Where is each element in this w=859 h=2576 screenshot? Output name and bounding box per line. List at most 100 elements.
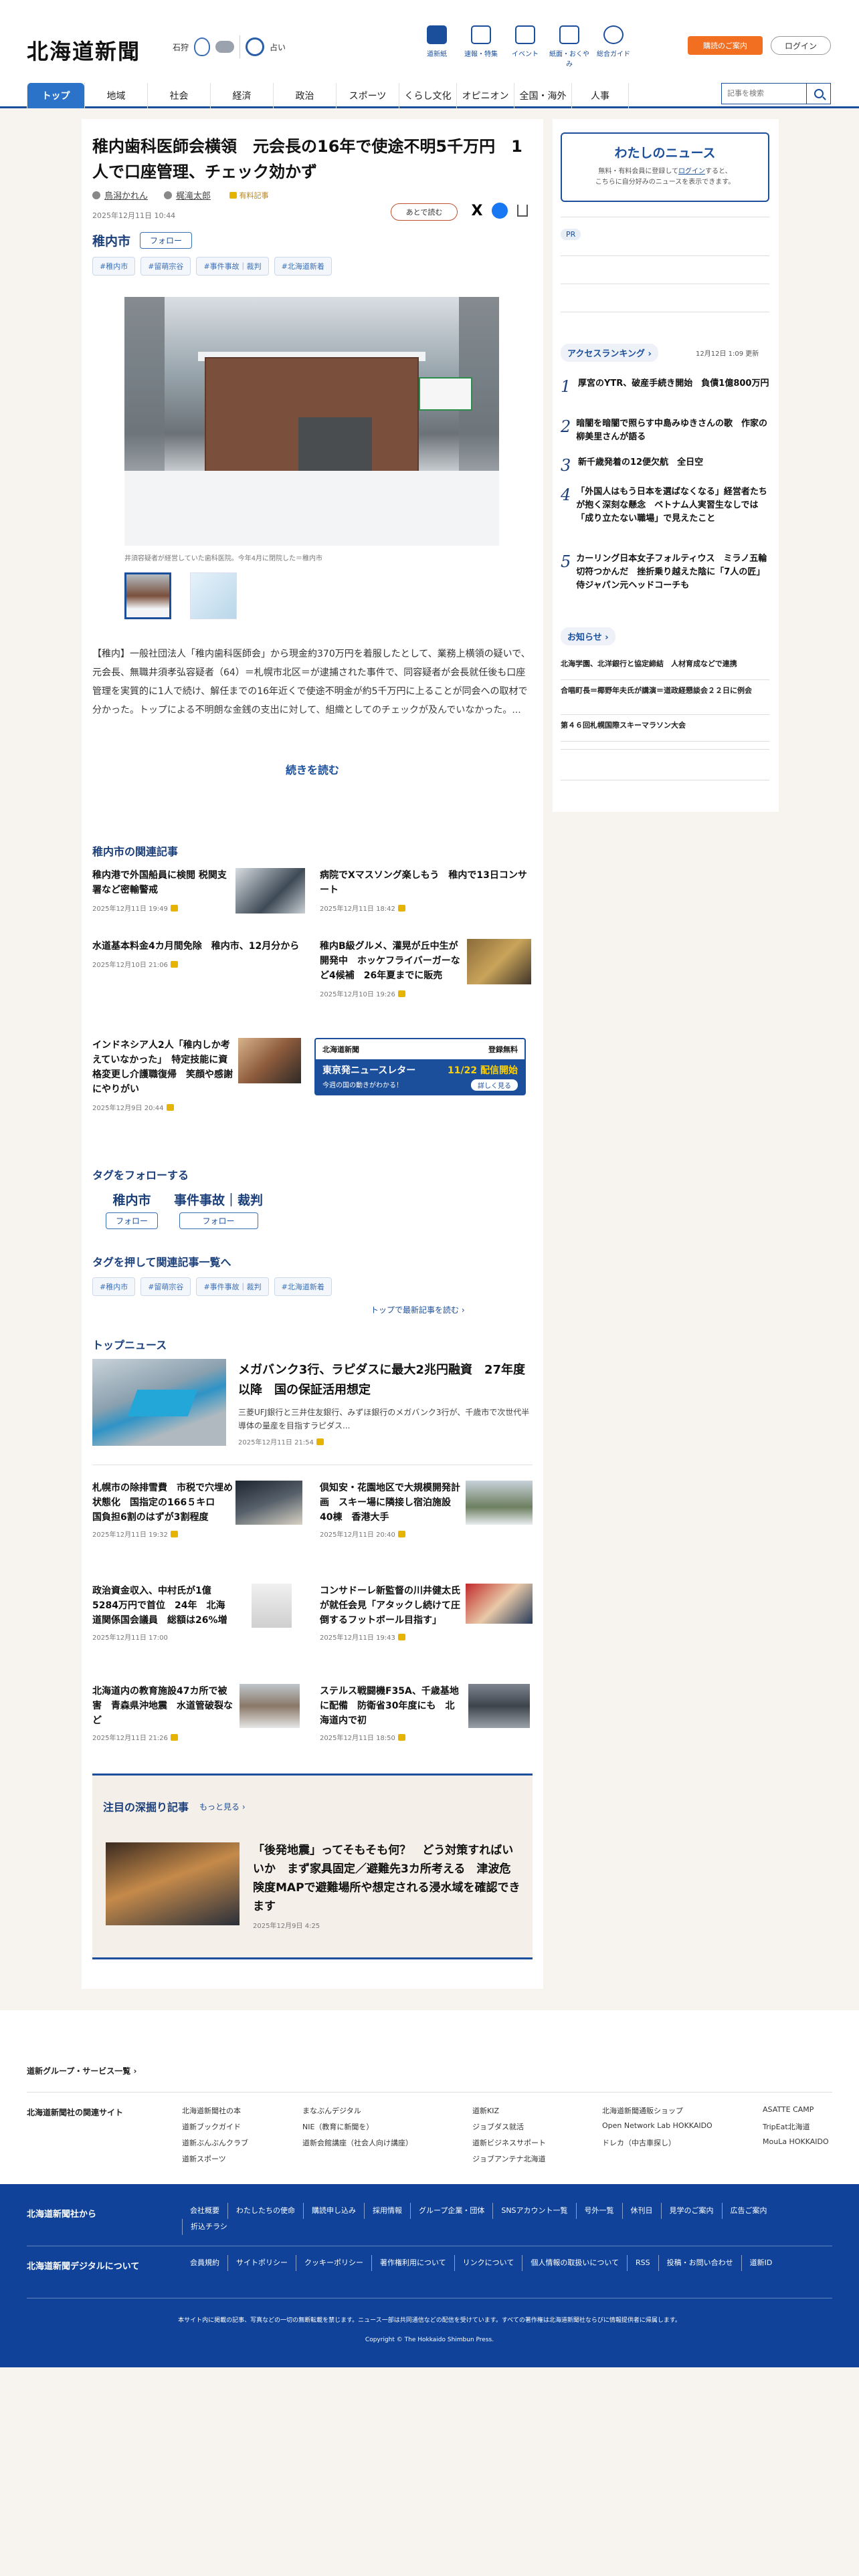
footer-link[interactable]: ドレカ（中古車探し） (602, 2137, 676, 2148)
photo-thumb-1[interactable] (124, 572, 171, 619)
top-news-image[interactable] (468, 1684, 530, 1728)
footer-link[interactable]: 道新ぶんぶんクラブ (182, 2137, 248, 2148)
read-later-button[interactable]: あとで読む (391, 203, 458, 221)
related-image[interactable] (238, 1038, 301, 1083)
footer-link[interactable]: NIE（教育に新聞を） (302, 2121, 373, 2132)
top-news-item[interactable]: コンサドーレ新監督の川井健太氏が就任会見「アタックし続けて圧倒するフットボール目… (320, 1584, 460, 1642)
notice-heading[interactable]: お知らせ › (561, 627, 615, 645)
nav-top[interactable]: トップ (27, 83, 84, 108)
read-more-link[interactable]: 続きを読む (82, 761, 543, 777)
weather-widget[interactable]: 石狩 占い (173, 32, 286, 62)
facebook-share-icon[interactable] (491, 202, 508, 219)
banner-button[interactable]: 詳しく見る (471, 1079, 518, 1091)
nav-society[interactable]: 社会 (147, 83, 210, 108)
tag-hokkaido-new[interactable]: #北海道新着 (274, 1277, 332, 1296)
nav-event-button[interactable]: イベント (503, 25, 547, 68)
nav-culture[interactable]: くらし文化 (399, 83, 456, 108)
tag-rumoi[interactable]: #留萌宗谷 (140, 257, 191, 276)
footer-link[interactable]: 道新スポーツ (182, 2153, 226, 2164)
subscribe-button[interactable]: 購読のご案内 (688, 36, 763, 55)
login-link[interactable]: ログイン (678, 168, 705, 175)
related-item[interactable]: 病院でXマスソング楽しもう 稚内で13日コンサート 2025年12月11日 18… (320, 868, 533, 913)
top-news-item[interactable]: 北海道内の教育施設47カ所で被害 青森県沖地震 水道管破裂など 2025年12月… (92, 1684, 233, 1742)
nav-economy[interactable]: 経済 (210, 83, 273, 108)
ranking-heading[interactable]: アクセスランキング › (561, 344, 658, 362)
x-share-icon[interactable]: X (468, 202, 486, 219)
site-logo[interactable]: 北海道新聞 (27, 35, 140, 66)
deep-dive-image[interactable] (106, 1842, 240, 1925)
nav-region[interactable]: 地域 (84, 83, 147, 108)
tag-incident[interactable]: #事件事故｜裁判 (196, 1277, 269, 1296)
top-news-image[interactable] (252, 1584, 292, 1628)
share-icon[interactable] (514, 202, 531, 219)
notice-item[interactable]: 第４６回札幌国際スキーマラソン大会 (561, 720, 769, 731)
group-services-link[interactable]: 道新グループ・サービス一覧 › (27, 2065, 136, 2076)
footer-link[interactable]: 北海道新聞通販ショップ (602, 2105, 683, 2116)
follow-button[interactable]: フォロー (140, 232, 193, 249)
footer-link[interactable]: 道新会館講座（社会人向け講座） (302, 2137, 413, 2148)
top-news-lead[interactable]: メガバンク3行、ラピダスに最大2兆円融資 27年度以降 国の保証活用想定 三菱U… (238, 1360, 533, 1446)
article-photo[interactable] (124, 297, 499, 546)
photo-thumb-2[interactable] (190, 572, 237, 619)
nav-obit-button[interactable]: 紙面・おくやみ (547, 25, 591, 68)
nav-world[interactable]: 全国・海外 (514, 83, 571, 108)
top-news-image[interactable] (466, 1584, 533, 1624)
deep-dive-item[interactable]: 「後発地震」ってそもそも何？ どう対策すればいいか まず家具固定／避難先3カ所考… (253, 1841, 520, 1930)
newsletter-banner[interactable]: 北海道新聞 登録無料 東京発ニュースレター 11/22 配信開始 今週の国の動きがわ… (314, 1038, 526, 1095)
footer-link[interactable]: 北海道新聞社の本 (182, 2105, 241, 2116)
footer-link[interactable]: TripEat北海道 (763, 2121, 810, 2132)
author-1[interactable]: 鳥潟かれん (92, 189, 148, 201)
tag-incident[interactable]: #事件事故｜裁判 (196, 257, 269, 276)
top-news-lead-image[interactable] (92, 1359, 226, 1446)
footer-link[interactable]: 道新KIZ (472, 2105, 499, 2116)
ranking-item-3[interactable]: 3 新千歳発着の12便欠航 全日空 (561, 456, 769, 475)
top-news-item[interactable]: 倶知安・花園地区で大規模開発計画 スキー場に隣接し宿泊施設40棟 香港大手 20… (320, 1481, 460, 1539)
related-image[interactable] (467, 939, 531, 984)
tag-wakkanai[interactable]: #稚内市 (92, 1277, 136, 1296)
tag-rumoi[interactable]: #留萌宗谷 (140, 1277, 191, 1296)
footer-link[interactable]: 道新ビジネスサポート (472, 2137, 546, 2148)
search-input[interactable] (722, 84, 806, 104)
author-2[interactable]: 梶滝太郎 (164, 189, 211, 201)
ranking-item-2[interactable]: 2 暗闇を暗闇で照らす中島みゆきさんの歌 作家の柳美里さんが語る (561, 417, 769, 444)
top-news-image[interactable] (466, 1481, 533, 1525)
notice-item[interactable]: 合唱町長＝椰野年夫氏が講演＝道政経懇談会２２日に例会 (561, 685, 769, 696)
ranking-item-1[interactable]: 1 厚宮のYTR、破産手続き開始 負債1億800万円 (561, 377, 769, 396)
footer-link[interactable]: まなぶんデジタル (302, 2105, 361, 2116)
footer-link[interactable]: MouLa HOKKAIDO (763, 2137, 829, 2146)
follow-button[interactable]: フォロー (106, 1212, 159, 1229)
deep-dive-more-link[interactable]: もっと見る › (199, 1801, 246, 1812)
my-news-box[interactable]: わたしのニュース 無料・有料会員に登録してログインすると、 こちらに自分好みのニュ… (561, 132, 769, 202)
nav-sports[interactable]: スポーツ (336, 83, 399, 108)
nav-politics[interactable]: 政治 (273, 83, 336, 108)
notice-item[interactable]: 北海学園、北洋銀行と協定締結 人材育成などで連携 (561, 658, 769, 669)
search-button[interactable] (806, 84, 830, 104)
footer-link[interactable]: ASATTE CAMP (763, 2105, 814, 2114)
nav-guide-button[interactable]: 総合ガイド (591, 25, 636, 68)
related-item[interactable]: 水道基本料金4カ月間免除 稚内市、12月分から 2025年12月10日 21:0… (92, 939, 306, 969)
top-news-image[interactable] (240, 1684, 300, 1728)
nav-opinion[interactable]: オピニオン (456, 83, 514, 108)
footer-link[interactable]: Open Network Lab HOKKAIDO (602, 2121, 712, 2130)
top-news-item[interactable]: 札幌市の除排雪費 市税で穴埋め状態化 国指定の166５キロ 国負担6割のはずが3… (92, 1481, 233, 1539)
ranking-item-4[interactable]: 4 「外国人はもう日本を選ばなくなる」経営者たちが抱く深刻な懸念 ベトナム人実習生… (561, 486, 769, 526)
tag-hokkaido-new[interactable]: #北海道新着 (274, 257, 332, 276)
footer-link[interactable]: ジョブダス就活 (472, 2121, 524, 2132)
related-item[interactable]: 稚内B級グルメ、灌晃が丘中生が開発中 ホッケフライバーガーなど4候補 26年夏ま… (320, 939, 460, 998)
nav-personnel[interactable]: 人事 (571, 83, 629, 108)
top-news-item[interactable]: 政治資金収入、中村氏が1億5284万円で首位 24年 北海道関係国会議員 総額は… (92, 1584, 233, 1642)
top-news-image[interactable] (235, 1481, 302, 1525)
related-item[interactable]: インドネシア人2人「稚内しか考えていなかった」 特定技能に資格変更し介護職復帰 … (92, 1038, 233, 1112)
ranking-item-5[interactable]: 5 カーリング日本女子フォルティウス ミラノ五輪切符つかんだ 挫折乗り越えた陰に「… (561, 552, 769, 593)
footer-link[interactable]: 道新ブックガイド (182, 2121, 241, 2132)
latest-articles-link[interactable]: トップで最新記事を読む › (371, 1304, 465, 1315)
related-image[interactable] (235, 868, 305, 914)
nav-breaking-button[interactable]: 速報・特集 (459, 25, 503, 68)
top-news-item[interactable]: ステルス戦闘機F35A、千歳基地に配備 防衛省30年度にも 北海道内で初 202… (320, 1684, 460, 1742)
follow-button[interactable]: フォロー (179, 1212, 258, 1229)
footer-link[interactable]: ジョブアンテナ北海道 (472, 2153, 546, 2164)
login-button[interactable]: ログイン (771, 36, 831, 55)
tag-wakkanai[interactable]: #稚内市 (92, 257, 136, 276)
related-item[interactable]: 稚内港で外国船員に検閲 税関支署など密輸警戒 2025年12月11日 19:49 (92, 868, 233, 913)
nav-paper-button[interactable]: 道新紙 (415, 25, 459, 68)
